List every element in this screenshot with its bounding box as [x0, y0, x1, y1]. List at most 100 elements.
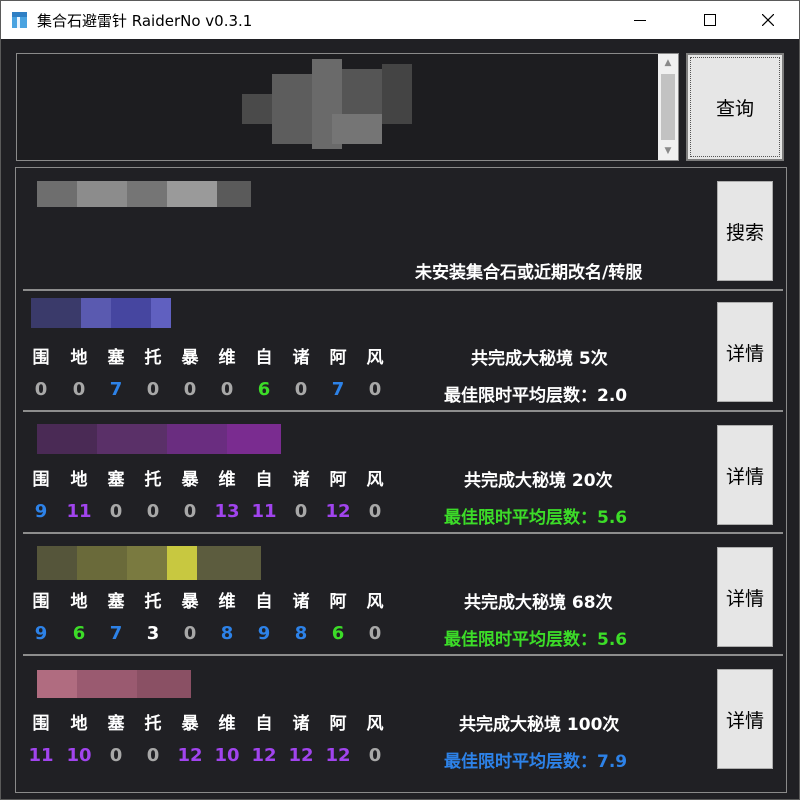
dungeon-label: 围	[32, 592, 50, 612]
divider	[23, 654, 783, 656]
redacted-player-name	[37, 546, 261, 580]
dungeon-label: 暴	[181, 714, 199, 734]
runs-summary: 共完成大秘境 68次	[464, 593, 613, 613]
runs-summary: 共完成大秘境 5次	[471, 349, 608, 369]
detail-button[interactable]: 详情	[717, 302, 773, 402]
dungeon-count: 0	[146, 745, 160, 766]
dungeon-count: 0	[72, 379, 86, 400]
dungeon-label: 自	[255, 470, 273, 490]
dungeon-count: 10	[214, 745, 240, 766]
divider	[23, 410, 783, 412]
dungeon-count: 11	[66, 501, 92, 522]
dungeon-label: 阿	[329, 348, 347, 368]
best-average-level: 最佳限时平均层数：5.6	[444, 630, 628, 650]
dungeon-label: 围	[32, 470, 50, 490]
dungeon-count: 12	[325, 501, 351, 522]
dungeon-label: 维	[218, 714, 236, 734]
scroll-thumb[interactable]	[661, 74, 675, 140]
dungeon-count: 11	[251, 501, 277, 522]
dungeon-label: 暴	[181, 470, 199, 490]
dungeon-count: 0	[294, 379, 308, 400]
title-bar: 集合石避雷针 RaiderNo v0.3.1	[1, 1, 799, 39]
dungeon-count: 12	[251, 745, 277, 766]
dungeon-label: 诸	[292, 592, 310, 612]
scroll-up-arrow-icon[interactable]: ▲	[658, 54, 678, 72]
maximize-button[interactable]	[687, 1, 733, 39]
dungeon-count: 9	[34, 501, 48, 522]
dungeon-count: 8	[220, 623, 234, 644]
redacted-player-name	[37, 424, 281, 454]
minimize-button[interactable]	[617, 1, 663, 39]
dungeon-count: 9	[257, 623, 271, 644]
best-average-level: 最佳限时平均层数：7.9	[444, 752, 628, 772]
redacted-query-text	[232, 54, 432, 158]
dungeon-count: 0	[368, 623, 382, 644]
dungeon-label: 暴	[181, 348, 199, 368]
dungeon-count: 0	[34, 379, 48, 400]
dungeon-count: 0	[109, 745, 123, 766]
dungeon-label: 阿	[329, 592, 347, 612]
window-title: 集合石避雷针 RaiderNo v0.3.1	[37, 12, 253, 30]
dungeon-label: 托	[144, 348, 162, 368]
dungeon-label: 塞	[107, 348, 125, 368]
dungeon-label: 托	[144, 714, 162, 734]
dungeon-count: 7	[331, 379, 345, 400]
best-average-level: 最佳限时平均层数：5.6	[444, 508, 628, 528]
dungeon-label: 围	[32, 348, 50, 368]
divider	[23, 532, 783, 534]
dungeon-label: 自	[255, 714, 273, 734]
runs-summary: 共完成大秘境 20次	[464, 471, 613, 491]
dungeon-label: 诸	[292, 714, 310, 734]
dungeon-label: 风	[366, 470, 384, 490]
dungeon-count: 0	[368, 379, 382, 400]
dungeon-label: 自	[255, 592, 273, 612]
dungeon-label: 地	[70, 348, 88, 368]
dungeon-count: 12	[325, 745, 351, 766]
dungeon-count: 0	[368, 501, 382, 522]
dungeon-count: 8	[294, 623, 308, 644]
dungeon-label: 暴	[181, 592, 199, 612]
redacted-player-name	[37, 181, 251, 207]
dungeon-label: 维	[218, 348, 236, 368]
dungeon-count: 3	[146, 623, 160, 644]
redacted-player-name	[37, 670, 191, 698]
detail-button[interactable]: 详情	[717, 547, 773, 647]
search-button[interactable]: 搜索	[717, 181, 773, 281]
minimize-icon	[634, 20, 646, 21]
close-button[interactable]	[745, 1, 791, 39]
close-icon	[762, 14, 774, 26]
dungeon-label: 风	[366, 592, 384, 612]
dungeon-label: 诸	[292, 470, 310, 490]
dungeon-label: 地	[70, 470, 88, 490]
detail-button[interactable]: 详情	[717, 425, 773, 525]
dungeon-label: 塞	[107, 592, 125, 612]
dungeon-label: 风	[366, 714, 384, 734]
dungeon-label: 诸	[292, 348, 310, 368]
dungeon-label: 风	[366, 348, 384, 368]
dungeon-count: 0	[183, 623, 197, 644]
query-input[interactable]: ▲ ▼	[16, 53, 679, 161]
scroll-down-arrow-icon[interactable]: ▼	[658, 142, 678, 160]
dungeon-count: 6	[331, 623, 345, 644]
query-scrollbar[interactable]: ▲ ▼	[658, 54, 678, 160]
dungeon-label: 维	[218, 592, 236, 612]
dungeon-count: 0	[146, 501, 160, 522]
dungeon-count: 0	[109, 501, 123, 522]
dungeon-count: 0	[183, 501, 197, 522]
dungeon-count: 0	[368, 745, 382, 766]
maximize-icon	[704, 14, 716, 26]
dungeon-count: 0	[183, 379, 197, 400]
divider	[23, 289, 783, 291]
detail-button[interactable]: 详情	[717, 669, 773, 769]
redacted-player-name	[31, 298, 171, 328]
query-button[interactable]: 查询	[686, 53, 784, 161]
dungeon-label: 塞	[107, 714, 125, 734]
app-icon	[11, 11, 28, 29]
dungeon-label: 塞	[107, 470, 125, 490]
dungeon-count: 6	[72, 623, 86, 644]
app-window: 集合石避雷针 RaiderNo v0.3.1 ▲ ▼ 查询 未安装集合石或近期改…	[0, 0, 800, 800]
dungeon-count: 0	[220, 379, 234, 400]
dungeon-count: 6	[257, 379, 271, 400]
dungeon-count: 13	[214, 501, 240, 522]
runs-summary: 共完成大秘境 100次	[459, 715, 620, 735]
